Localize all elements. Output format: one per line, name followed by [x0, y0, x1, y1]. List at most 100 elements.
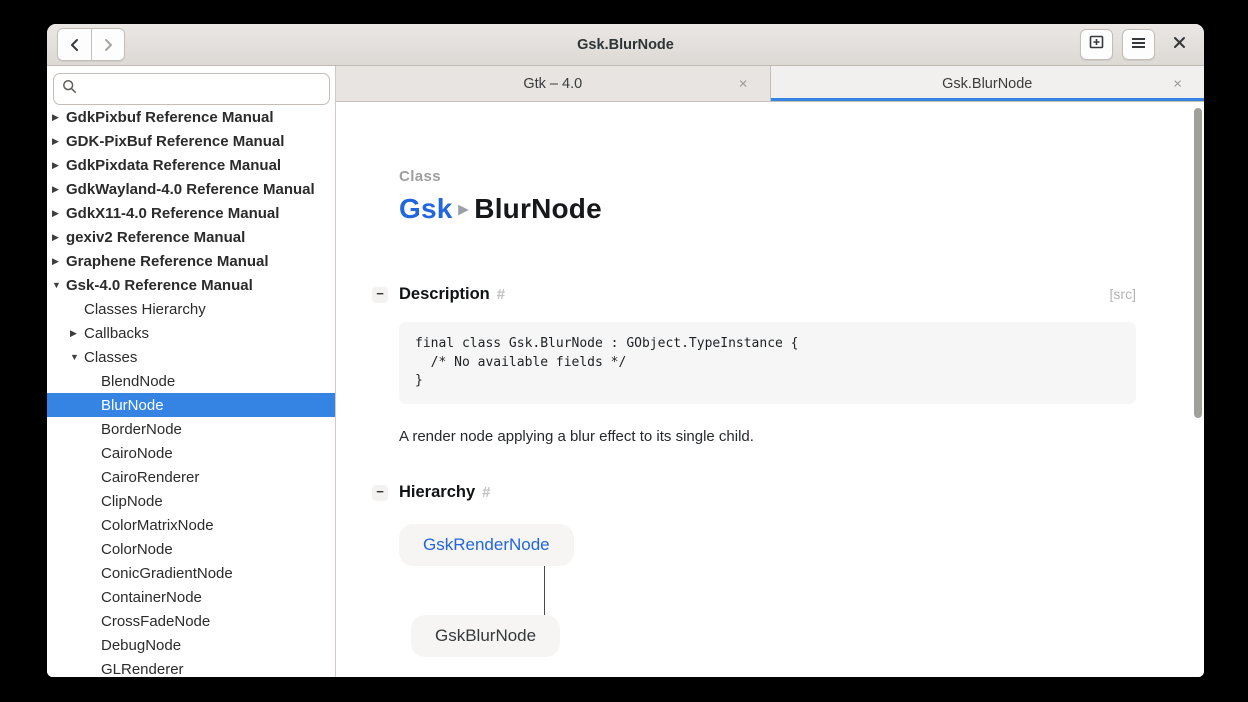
- collapse-toggle[interactable]: −: [372, 485, 388, 501]
- search-input[interactable]: [77, 81, 321, 97]
- expander-collapsed-icon[interactable]: ▶: [52, 257, 66, 266]
- tab-close-icon[interactable]: ×: [739, 76, 748, 91]
- sidebar-item-bordernode[interactable]: BorderNode: [47, 417, 335, 441]
- tab-label: Gtk – 4.0: [523, 76, 582, 92]
- tab-label: Gsk.BlurNode: [942, 76, 1032, 92]
- anchor-link-icon[interactable]: #: [482, 484, 490, 501]
- devhelp-window: Gsk.BlurNode: [47, 24, 1204, 677]
- hierarchy-connector: [544, 566, 545, 615]
- titlebar-actions: [1080, 29, 1194, 60]
- src-link[interactable]: [src]: [1110, 286, 1136, 302]
- class-name: BlurNode: [474, 193, 602, 224]
- sidebar-item-label: Callbacks: [84, 325, 149, 342]
- book-tree: ▶GdkPixbuf Reference Manual▶GDK-PixBuf R…: [47, 105, 335, 677]
- sidebar-item-clipnode[interactable]: ClipNode: [47, 489, 335, 513]
- sidebar-item-label: Classes Hierarchy: [84, 301, 206, 318]
- sidebar-item-gdkpixbuf-reference-manual[interactable]: ▶GdkPixbuf Reference Manual: [47, 105, 335, 129]
- sidebar-item-label: GdkPixdata Reference Manual: [66, 157, 281, 174]
- parent-class-link[interactable]: GskRenderNode: [423, 535, 550, 554]
- sidebar-item-colornode[interactable]: ColorNode: [47, 537, 335, 561]
- sidebar-item-label: BlurNode: [101, 397, 164, 414]
- sidebar-item-label: ConicGradientNode: [101, 565, 233, 582]
- sidebar-item-label: ClipNode: [101, 493, 163, 510]
- section-title: Description: [399, 285, 490, 304]
- hamburger-icon: [1131, 36, 1146, 54]
- namespace-link[interactable]: Gsk: [399, 193, 453, 224]
- menu-button[interactable]: [1122, 29, 1155, 60]
- sidebar-item-containernode[interactable]: ContainerNode: [47, 585, 335, 609]
- right-pane: Gtk – 4.0 × Gsk.BlurNode × Class Gsk▸Blu…: [336, 66, 1204, 677]
- page-title: Gsk▸BlurNode: [399, 193, 1136, 225]
- expander-collapsed-icon[interactable]: ▶: [52, 185, 66, 194]
- expander-collapsed-icon[interactable]: ▶: [52, 161, 66, 170]
- forward-button[interactable]: [91, 29, 124, 60]
- chevron-left-icon: [68, 38, 82, 52]
- breadcrumb-arrow-icon: ▸: [453, 199, 475, 220]
- tab-gtk-4-0[interactable]: Gtk – 4.0 ×: [336, 66, 770, 101]
- expander-expanded-icon[interactable]: ▼: [52, 281, 66, 290]
- sidebar-item-caironode[interactable]: CairoNode: [47, 441, 335, 465]
- tab-gsk-blurnode[interactable]: Gsk.BlurNode ×: [770, 66, 1205, 101]
- sidebar-item-label: ColorMatrixNode: [101, 517, 214, 534]
- sidebar-item-label: GdkPixbuf Reference Manual: [66, 109, 274, 126]
- chevron-right-icon: [101, 38, 115, 52]
- expander-collapsed-icon[interactable]: ▶: [52, 233, 66, 242]
- sidebar-item-callbacks[interactable]: ▶Callbacks: [47, 321, 335, 345]
- sidebar-item-label: GDK-PixBuf Reference Manual: [66, 133, 284, 150]
- class-declaration-code: final class Gsk.BlurNode : GObject.TypeI…: [399, 322, 1136, 404]
- sidebar-item-gdkpixdata-reference-manual[interactable]: ▶GdkPixdata Reference Manual: [47, 153, 335, 177]
- expander-collapsed-icon[interactable]: ▶: [52, 113, 66, 122]
- anchor-link-icon[interactable]: #: [497, 286, 505, 303]
- search-box[interactable]: [53, 73, 330, 105]
- section-title: Hierarchy: [399, 483, 475, 502]
- sidebar-item-label: CrossFadeNode: [101, 613, 210, 630]
- main-area: ▶GdkPixbuf Reference Manual▶GDK-PixBuf R…: [47, 66, 1204, 677]
- section-description: − Description # [src] final class Gsk.Bl…: [399, 285, 1136, 445]
- sidebar-item-gdkwayland-4-0-reference-manual[interactable]: ▶GdkWayland-4.0 Reference Manual: [47, 177, 335, 201]
- document-view: Class Gsk▸BlurNode − Description # [src]…: [336, 102, 1204, 677]
- sidebar-item-glrenderer[interactable]: GLRenderer: [47, 657, 335, 677]
- sidebar-item-label: CairoRenderer: [101, 469, 199, 486]
- expander-collapsed-icon[interactable]: ▶: [52, 209, 66, 218]
- sidebar-item-label: Gsk-4.0 Reference Manual: [66, 277, 253, 294]
- expander-expanded-icon[interactable]: ▼: [70, 353, 84, 362]
- expander-collapsed-icon[interactable]: ▶: [52, 137, 66, 146]
- sidebar-item-classes-hierarchy[interactable]: Classes Hierarchy: [47, 297, 335, 321]
- sidebar-item-label: ContainerNode: [101, 589, 202, 606]
- sidebar-item-classes[interactable]: ▼Classes: [47, 345, 335, 369]
- sidebar-item-graphene-reference-manual[interactable]: ▶Graphene Reference Manual: [47, 249, 335, 273]
- expander-collapsed-icon[interactable]: ▶: [70, 329, 84, 338]
- section-hierarchy: − Hierarchy # GskRenderNode GskBlurNode: [399, 483, 1136, 657]
- sidebar-item-conicgradientnode[interactable]: ConicGradientNode: [47, 561, 335, 585]
- close-window-button[interactable]: [1164, 30, 1194, 60]
- close-icon: [1173, 36, 1186, 54]
- sidebar-item-label: BlendNode: [101, 373, 175, 390]
- new-tab-button[interactable]: [1080, 29, 1113, 60]
- sidebar-item-blendnode[interactable]: BlendNode: [47, 369, 335, 393]
- sidebar-item-gsk-4-0-reference-manual[interactable]: ▼Gsk-4.0 Reference Manual: [47, 273, 335, 297]
- tab-bar: Gtk – 4.0 × Gsk.BlurNode ×: [336, 66, 1204, 102]
- sidebar-item-label: Classes: [84, 349, 137, 366]
- vertical-scrollbar[interactable]: [1194, 108, 1202, 418]
- sidebar-item-crossfadenode[interactable]: CrossFadeNode: [47, 609, 335, 633]
- hierarchy-node-child: GskBlurNode: [411, 615, 560, 657]
- window-title: Gsk.BlurNode: [47, 37, 1204, 53]
- nav-button-group: [57, 28, 125, 61]
- titlebar: Gsk.BlurNode: [47, 24, 1204, 66]
- search-icon: [62, 79, 77, 99]
- sidebar-item-debugnode[interactable]: DebugNode: [47, 633, 335, 657]
- tab-close-icon[interactable]: ×: [1173, 76, 1182, 91]
- sidebar: ▶GdkPixbuf Reference Manual▶GDK-PixBuf R…: [47, 66, 336, 677]
- sidebar-item-gexiv2-reference-manual[interactable]: ▶gexiv2 Reference Manual: [47, 225, 335, 249]
- sidebar-item-label: GdkX11-4.0 Reference Manual: [66, 205, 279, 222]
- sidebar-item-colormatrixnode[interactable]: ColorMatrixNode: [47, 513, 335, 537]
- sidebar-item-gdk-pixbuf-reference-manual[interactable]: ▶GDK-PixBuf Reference Manual: [47, 129, 335, 153]
- back-button[interactable]: [58, 29, 91, 60]
- sidebar-item-label: GdkWayland-4.0 Reference Manual: [66, 181, 315, 198]
- sidebar-item-blurnode[interactable]: BlurNode: [47, 393, 335, 417]
- description-text: A render node applying a blur effect to …: [399, 428, 1136, 445]
- collapse-toggle[interactable]: −: [372, 287, 388, 303]
- hierarchy-node-parent: GskRenderNode: [399, 524, 574, 566]
- sidebar-item-cairorenderer[interactable]: CairoRenderer: [47, 465, 335, 489]
- sidebar-item-gdkx11-4-0-reference-manual[interactable]: ▶GdkX11-4.0 Reference Manual: [47, 201, 335, 225]
